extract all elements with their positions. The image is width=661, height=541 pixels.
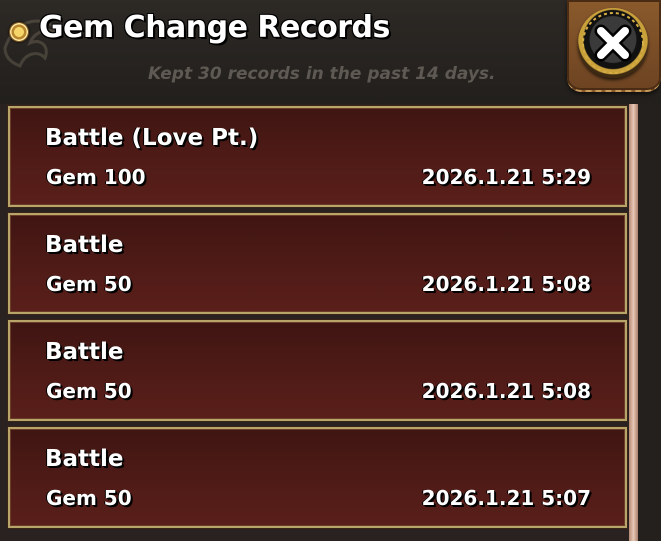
records-list[interactable]: Battle (Love Pt.) Gem 100 2026.1.21 5:29… [7,105,628,534]
record-item: Battle (Love Pt.) Gem 100 2026.1.21 5:29 [7,105,628,208]
record-source: Battle [45,232,124,258]
record-timestamp: 2026.1.21 5:07 [421,486,591,510]
gold-orb-icon [9,22,29,42]
close-button[interactable] [578,8,648,78]
record-timestamp: 2026.1.21 5:08 [421,379,591,403]
record-amount: Gem 50 [46,272,132,296]
record-timestamp: 2026.1.21 5:08 [421,272,591,296]
record-source: Battle [45,446,124,472]
record-item: Battle Gem 50 2026.1.21 5:08 [7,212,628,315]
record-item: Battle Gem 50 2026.1.21 5:08 [7,319,628,422]
record-amount: Gem 50 [46,379,132,403]
records-retention-note: Kept 30 records in the past 14 days. [148,64,496,84]
page-title: Gem Change Records [39,10,390,45]
dialog-header: Gem Change Records Kept 30 records in th… [0,0,661,104]
record-item: Battle Gem 50 2026.1.21 5:07 [7,426,628,529]
record-timestamp: 2026.1.21 5:29 [421,165,591,189]
record-amount: Gem 100 [46,165,146,189]
scrollbar[interactable] [629,104,638,541]
record-source: Battle [45,339,124,365]
record-source: Battle (Love Pt.) [45,125,259,151]
record-amount: Gem 50 [46,486,132,510]
close-x-icon [582,12,644,74]
